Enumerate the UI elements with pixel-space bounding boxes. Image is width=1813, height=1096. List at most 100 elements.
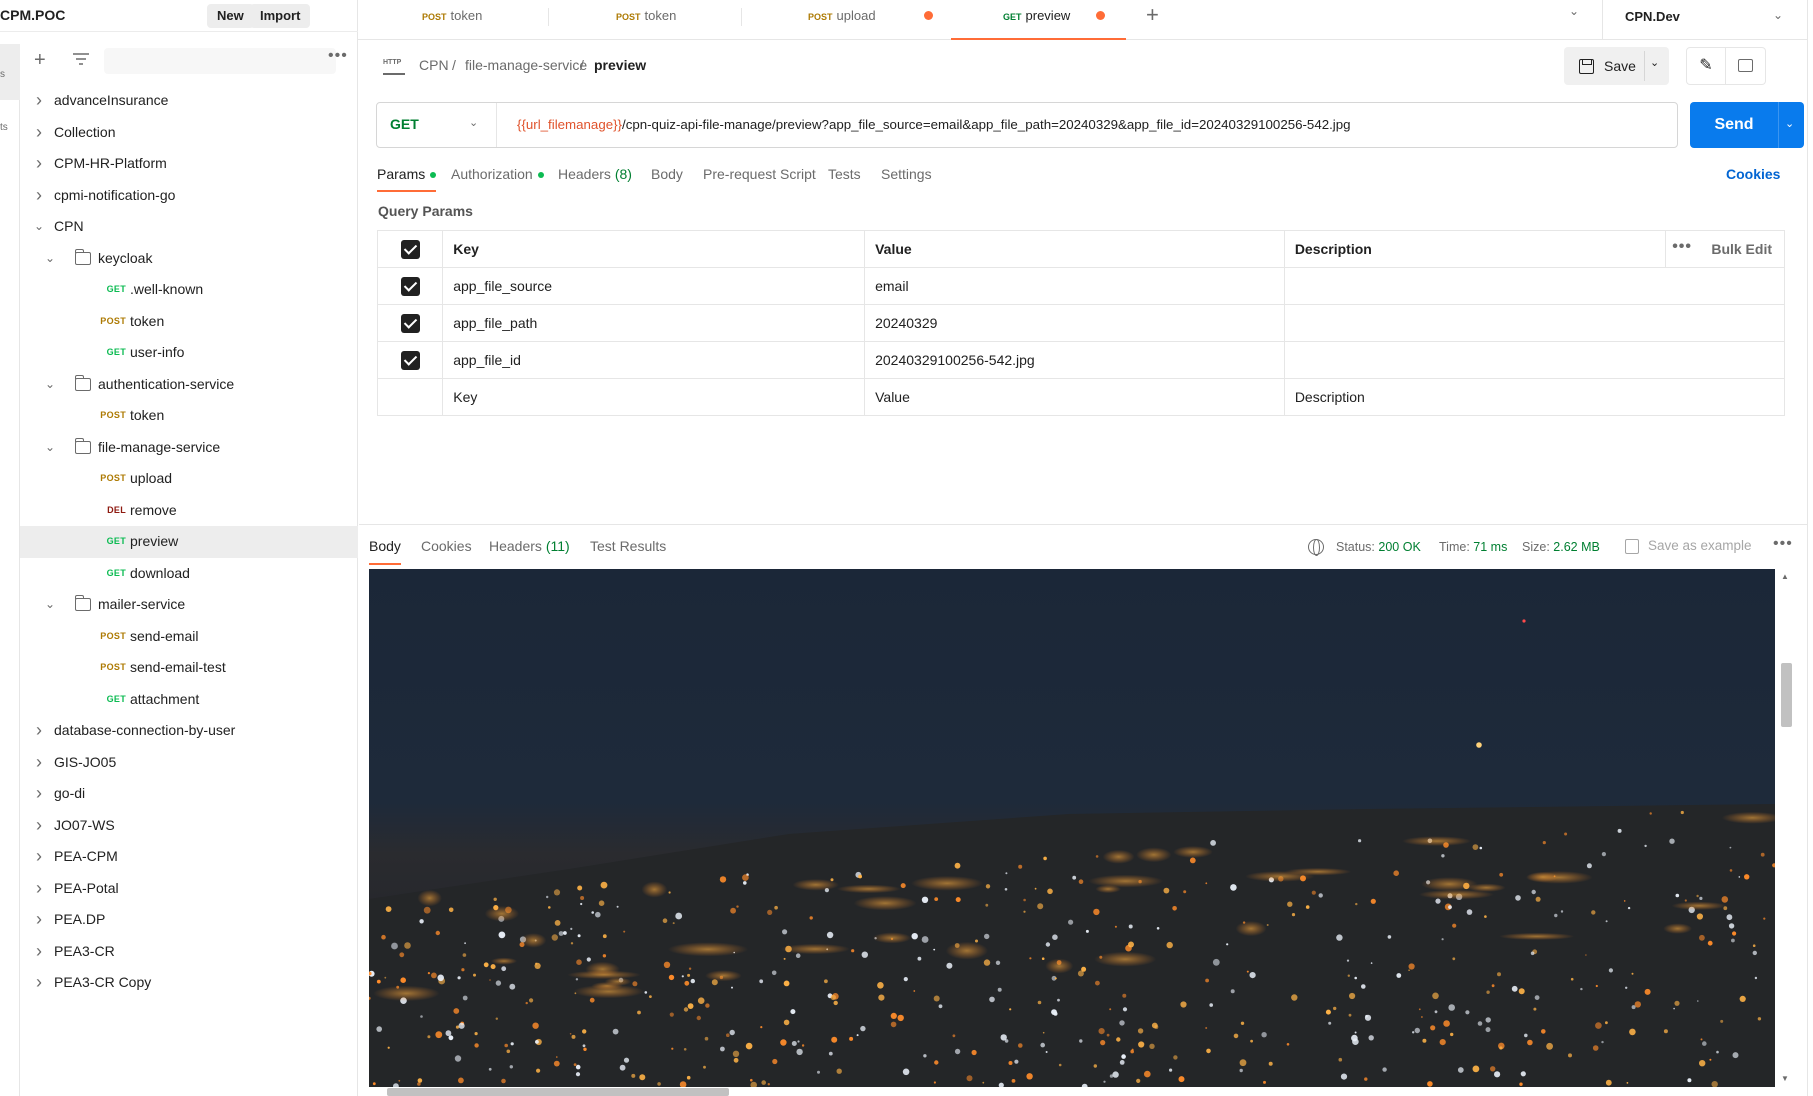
tab-overflow-chevron-down-icon[interactable]: ⌄ [1569,4,1579,18]
tab-response-body[interactable]: Body [369,538,401,565]
chevron-right-icon[interactable]: › [32,936,46,968]
chevron-right-icon[interactable]: › [32,841,46,873]
chevron-down-icon[interactable]: ⌄ [43,243,57,275]
param-value[interactable]: 20240329100256-542.jpg [864,341,1285,379]
sidebar-request[interactable]: GET preview [20,526,358,558]
plus-icon[interactable]: + [34,50,46,70]
row-checkbox[interactable] [400,350,420,370]
tab-request-active[interactable]: GET preview [951,0,1126,40]
breadcrumb-folder[interactable]: file-manage-service [465,57,587,73]
import-button[interactable]: Import [250,4,311,28]
scroll-up-arrow-icon[interactable]: ▲ [1781,572,1789,581]
save-button[interactable]: Save [1564,47,1644,85]
tab-authorization[interactable]: Authorization [451,166,544,182]
horizontal-scroll-thumb[interactable] [387,1088,729,1096]
sidebar-collection[interactable]: › PEA-CPM [20,841,358,873]
tab-request[interactable]: POST token [422,0,482,40]
chevron-right-icon[interactable]: › [32,747,46,779]
sidebar-collection[interactable]: › advanceInsurance [20,85,358,117]
sidebar-request[interactable]: GET .well-known [20,274,358,306]
sidebar-request[interactable]: POST upload [20,463,358,495]
sidebar-collection[interactable]: ⌄ CPN [20,211,358,243]
more-options-icon[interactable]: ••• [328,47,348,65]
chevron-down-icon[interactable]: ⌄ [43,432,57,464]
param-value[interactable]: 20240329 [864,304,1285,342]
chevron-down-icon[interactable]: ⌄ [1773,8,1783,22]
chevron-right-icon[interactable]: › [32,778,46,810]
chevron-right-icon[interactable]: › [32,967,46,999]
tab-request[interactable]: POST token [616,0,676,40]
new-param-description-input[interactable]: Description [1283,378,1786,416]
sidebar-folder[interactable]: ⌄ keycloak [20,243,358,275]
new-param-key-input[interactable]: Key [442,378,866,416]
chevron-right-icon[interactable]: › [32,904,46,936]
tab-tests[interactable]: Tests [828,166,861,182]
horizontal-scrollbar[interactable] [369,1087,1775,1096]
edit-pencil-icon[interactable]: ✎ [1686,47,1726,85]
chevron-down-icon[interactable]: ⌄ [32,211,46,243]
sidebar-collection[interactable]: › CPM-HR-Platform [20,148,358,180]
chevron-right-icon[interactable]: › [32,810,46,842]
select-all-checkbox[interactable] [400,239,420,259]
vertical-scrollbar[interactable]: ▲ ▼ [1777,569,1795,1087]
tab-params[interactable]: Params [377,166,437,192]
sidebar-folder[interactable]: ⌄ authentication-service [20,369,358,401]
param-key[interactable]: app_file_source [442,267,866,305]
chevron-right-icon[interactable]: › [32,148,46,180]
sidebar-collection[interactable]: › go-di [20,778,358,810]
param-value[interactable]: email [864,267,1285,305]
tab-settings[interactable]: Settings [881,166,932,182]
environment-selector[interactable]: CPN.Dev [1625,9,1680,24]
param-description[interactable] [1283,304,1786,342]
filter-icon[interactable] [72,52,90,66]
method-select[interactable]: GET ⌄ [377,103,497,147]
row-checkbox[interactable] [400,313,420,333]
save-options-chevron-down-icon[interactable]: ⌄ [1650,56,1659,69]
more-options-icon[interactable]: ••• [1773,535,1793,553]
breadcrumb-current[interactable]: preview [594,57,646,73]
send-options-chevron-down-icon[interactable]: ⌄ [1785,117,1794,130]
sidebar-request[interactable]: POST token [20,400,358,432]
sidebar-search-input[interactable] [104,48,336,74]
new-tab-plus-icon[interactable]: + [1146,2,1159,28]
send-button[interactable]: Send [1690,102,1778,148]
new-param-value-input[interactable]: Value [864,378,1285,416]
sidebar-request[interactable]: GET download [20,558,358,590]
sidebar-collection[interactable]: › PEA3-CR [20,936,358,968]
chevron-down-icon[interactable]: ⌄ [43,369,57,401]
cookies-link[interactable]: Cookies [1726,166,1780,182]
sidebar-collection[interactable]: › PEA3-CR Copy [20,967,358,999]
time-readout[interactable]: Time: 71 ms [1439,540,1507,554]
sidebar-request[interactable]: DEL remove [20,495,358,527]
sidebar-collection[interactable]: › cpmi-notification-go [20,180,358,212]
chevron-down-icon[interactable]: ⌄ [43,589,57,621]
chevron-right-icon[interactable]: › [32,873,46,905]
scroll-down-arrow-icon[interactable]: ▼ [1781,1074,1789,1083]
param-description[interactable] [1283,267,1786,305]
sidebar-request[interactable]: GET user-info [20,337,358,369]
tab-headers[interactable]: Headers (8) [558,166,632,182]
tab-pre-request-script[interactable]: Pre-request Script [703,166,816,182]
bulk-edit-button[interactable]: Bulk Edit [1711,241,1772,257]
save-as-example-button[interactable]: Save as example [1648,538,1752,553]
chevron-right-icon[interactable]: › [32,117,46,149]
comments-button[interactable] [1726,47,1766,85]
tab-body[interactable]: Body [651,166,683,182]
sidebar-request[interactable]: POST send-email-test [20,652,358,684]
status-readout[interactable]: Status: 200 OK [1336,540,1421,554]
breadcrumb-collection[interactable]: CPN [419,57,449,73]
chevron-right-icon[interactable]: › [32,180,46,212]
tab-test-results[interactable]: Test Results [590,538,666,554]
tab-response-headers[interactable]: Headers (11) [489,538,570,554]
globe-icon[interactable] [1308,539,1324,556]
chevron-right-icon[interactable]: › [32,715,46,747]
sidebar-folder[interactable]: ⌄ mailer-service [20,589,358,621]
sidebar-collection[interactable]: › JO07-WS [20,810,358,842]
param-key[interactable]: app_file_id [442,341,866,379]
tab-response-cookies[interactable]: Cookies [421,538,472,554]
sidebar-collection[interactable]: › PEA.DP [20,904,358,936]
new-button[interactable]: New [207,4,254,28]
vertical-scroll-thumb[interactable] [1781,663,1792,727]
workspace-name[interactable]: CPM.POC [0,7,65,23]
sidebar-collection[interactable]: › database-connection-by-user [20,715,358,747]
